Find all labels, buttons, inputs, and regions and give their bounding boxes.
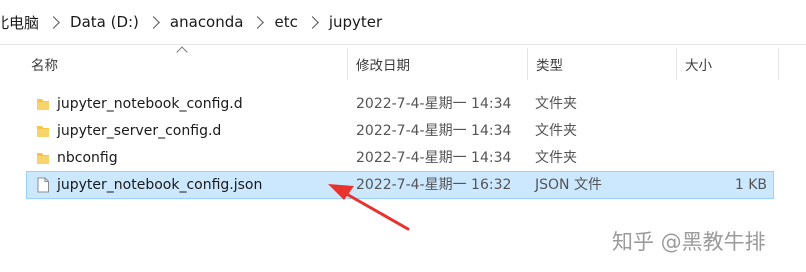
- column-header-type[interactable]: 类型: [536, 46, 563, 82]
- breadcrumb: 北电脑 Data (D:) anaconda etc jupyter: [0, 0, 382, 44]
- file-size: 1 KB: [734, 177, 767, 193]
- file-row-jupyter-notebook-config-json[interactable]: jupyter_notebook_config.json 2022-7-4-星期…: [26, 171, 774, 199]
- file-name: jupyter_notebook_config.json: [57, 177, 263, 193]
- watermark: 知乎 @黑教牛排: [612, 230, 766, 254]
- column-divider[interactable]: [527, 48, 528, 80]
- column-divider[interactable]: [347, 48, 348, 80]
- chevron-right-icon[interactable]: [251, 15, 265, 29]
- chevron-right-icon[interactable]: [47, 15, 60, 29]
- column-header: 名称 修改日期 类型 大小: [0, 46, 780, 82]
- file-row-nbconfig[interactable]: nbconfig 2022-7-4-星期一 14:34 文件夹: [27, 145, 773, 171]
- file-date: 2022-7-4-星期一 14:34: [356, 96, 512, 112]
- folder-icon: [37, 126, 49, 137]
- file-icon: [37, 177, 49, 193]
- file-date: 2022-7-4-星期一 14:34: [356, 150, 512, 166]
- file-type: 文件夹: [535, 96, 577, 112]
- folder-icon: [37, 99, 49, 110]
- file-type: 文件夹: [535, 123, 577, 139]
- folder-icon: [37, 153, 49, 164]
- file-name: jupyter_notebook_config.d: [57, 96, 243, 112]
- column-header-date[interactable]: 修改日期: [356, 46, 410, 82]
- address-bar[interactable]: 北电脑 Data (D:) anaconda etc jupyter: [0, 0, 806, 45]
- chevron-right-icon[interactable]: [147, 15, 160, 29]
- column-divider[interactable]: [676, 48, 677, 80]
- column-divider[interactable]: [778, 48, 779, 80]
- file-type: JSON 文件: [535, 177, 602, 193]
- file-row-jupyter-server-config-d[interactable]: jupyter_server_config.d 2022-7-4-星期一 14:…: [27, 118, 773, 144]
- breadcrumb-anaconda[interactable]: anaconda: [170, 13, 244, 31]
- file-name: nbconfig: [57, 150, 118, 166]
- breadcrumb-this-pc[interactable]: 北电脑: [0, 12, 39, 33]
- breadcrumb-jupyter[interactable]: jupyter: [329, 13, 382, 31]
- column-header-size[interactable]: 大小: [685, 46, 712, 82]
- breadcrumb-data-drive[interactable]: Data (D:): [70, 13, 139, 31]
- file-type: 文件夹: [535, 150, 577, 166]
- file-name: jupyter_server_config.d: [57, 123, 222, 139]
- file-date: 2022-7-4-星期一 14:34: [356, 123, 512, 139]
- column-header-name[interactable]: 名称: [31, 46, 58, 82]
- breadcrumb-etc[interactable]: etc: [274, 13, 297, 31]
- file-row-jupyter-notebook-config-d[interactable]: jupyter_notebook_config.d 2022-7-4-星期一 1…: [27, 91, 773, 117]
- chevron-right-icon[interactable]: [305, 15, 319, 29]
- file-date: 2022-7-4-星期一 16:32: [356, 177, 512, 193]
